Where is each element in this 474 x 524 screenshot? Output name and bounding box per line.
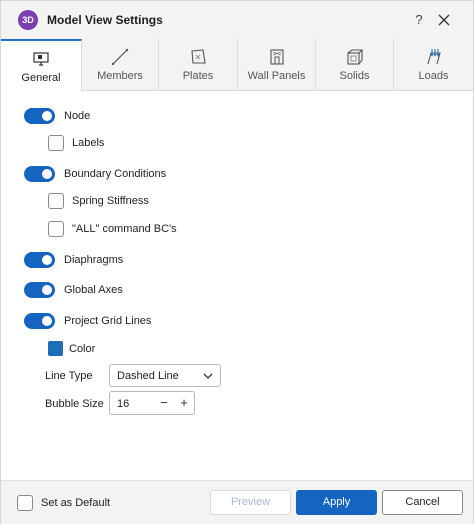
bubble-size-value: 16: [117, 398, 130, 410]
help-button[interactable]: ?: [411, 11, 427, 29]
node-label: Node: [64, 110, 91, 122]
line-type-label: Line Type: [45, 370, 93, 382]
plate-icon: [191, 49, 206, 64]
boundary-row: Boundary Conditions: [24, 166, 166, 182]
node-toggle[interactable]: [24, 108, 55, 124]
all-command-bc-checkbox[interactable]: [48, 221, 64, 237]
global-axes-label: Global Axes: [64, 284, 123, 296]
tab-wall-panels[interactable]: Wall Panels: [238, 39, 316, 91]
labels-label: Labels: [72, 137, 105, 149]
project-grid-lines-label: Project Grid Lines: [64, 315, 152, 327]
set-as-default-checkbox[interactable]: [17, 495, 33, 511]
dialog-title: Model View Settings: [47, 13, 163, 27]
tab-members[interactable]: Members: [82, 39, 159, 91]
diaphragms-row: Diaphragms: [24, 252, 123, 268]
tab-plates-label: Plates: [182, 70, 214, 82]
global-axes-row: Global Axes: [24, 282, 123, 298]
solid-cube-icon: [346, 49, 363, 65]
spring-stiffness-label: Spring Stiffness: [72, 195, 149, 207]
global-axes-toggle[interactable]: [24, 282, 55, 298]
set-as-default-label: Set as Default: [41, 497, 111, 509]
line-type-value: Dashed Line: [117, 370, 179, 382]
close-button[interactable]: [434, 10, 454, 30]
member-line-icon: [111, 48, 129, 66]
wall-panel-icon: [269, 49, 284, 65]
bubble-size-label: Bubble Size: [45, 398, 104, 410]
tab-loads[interactable]: Loads: [394, 39, 473, 91]
apply-button[interactable]: Apply: [296, 490, 377, 515]
decrement-button[interactable]: −: [156, 394, 172, 412]
tab-general-label: General: [21, 72, 61, 84]
line-type-select[interactable]: Dashed Line: [109, 364, 221, 387]
grid-lines-row: Project Grid Lines: [24, 313, 151, 329]
tab-solids-label: Solids: [339, 70, 370, 82]
increment-button[interactable]: +: [176, 394, 192, 412]
node-row: Node: [24, 108, 90, 124]
dialog-footer: Set as Default Preview Apply Cancel: [1, 480, 473, 524]
tab-loads-label: Loads: [418, 70, 449, 82]
boundary-conditions-toggle[interactable]: [24, 166, 55, 182]
color-label: Color: [69, 342, 96, 355]
tab-wall-panels-label: Wall Panels: [247, 70, 306, 82]
labels-row: Labels: [48, 135, 104, 151]
diaphragms-toggle[interactable]: [24, 252, 55, 268]
diaphragms-label: Diaphragms: [64, 254, 124, 266]
all-command-bc-label: "ALL" command BC's: [72, 223, 177, 235]
monitor-icon: [33, 52, 49, 66]
cancel-button[interactable]: Cancel: [382, 490, 463, 515]
boundary-conditions-label: Boundary Conditions: [64, 168, 167, 180]
app-logo-icon: 3D: [18, 10, 38, 30]
tab-members-label: Members: [97, 70, 143, 82]
loads-icon: [426, 49, 441, 65]
tab-plates[interactable]: Plates: [159, 39, 238, 91]
tab-bar: General Members Plates Wall Panels Solid…: [1, 39, 473, 92]
close-icon: [438, 14, 450, 26]
project-grid-lines-toggle[interactable]: [24, 313, 55, 329]
labels-checkbox[interactable]: [48, 135, 64, 151]
color-row: Color: [48, 341, 95, 356]
bubble-size-stepper[interactable]: 16 − +: [109, 391, 195, 415]
tab-solids[interactable]: Solids: [316, 39, 394, 91]
set-default-row: Set as Default: [17, 495, 110, 511]
title-bar: 3D Model View Settings ?: [1, 1, 473, 39]
preview-button[interactable]: Preview: [210, 490, 291, 515]
tab-general[interactable]: General: [1, 39, 82, 92]
chevron-down-icon: [203, 373, 213, 379]
all-command-row: "ALL" command BC's: [48, 221, 177, 237]
grid-color-swatch[interactable]: [48, 341, 63, 356]
spring-row: Spring Stiffness: [48, 193, 149, 209]
model-view-settings-dialog: 3D Model View Settings ? General Members: [0, 0, 474, 524]
spring-stiffness-checkbox[interactable]: [48, 193, 64, 209]
